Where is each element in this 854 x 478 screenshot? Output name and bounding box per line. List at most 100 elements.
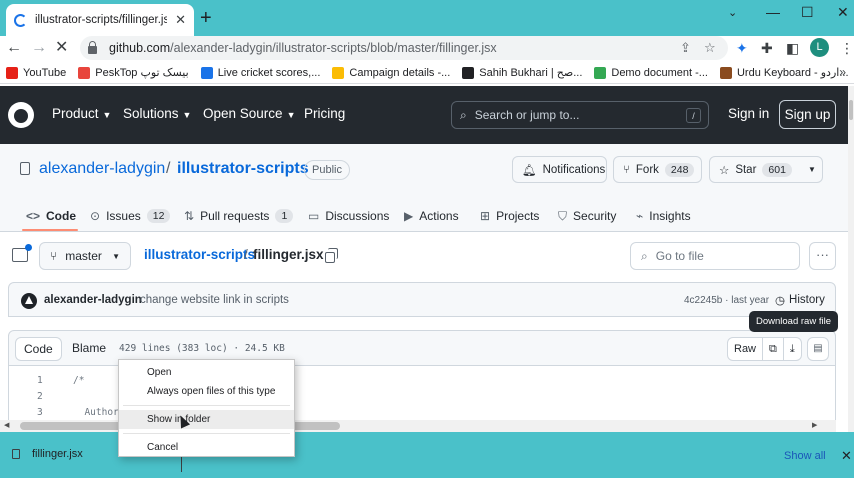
close-download-shelf-icon[interactable]: ✕ bbox=[841, 448, 852, 464]
bookmark-item[interactable]: Urdu Keyboard - اردو... bbox=[719, 66, 849, 79]
more-options-button[interactable]: ··· bbox=[809, 242, 836, 270]
play-icon: ▶ bbox=[404, 209, 414, 223]
fork-icon: ⑂ bbox=[623, 163, 630, 176]
forward-arrow-icon[interactable]: → bbox=[31, 39, 47, 57]
fork-button[interactable]: ⑂ Fork 248 bbox=[613, 156, 702, 183]
file-icon bbox=[12, 449, 20, 459]
bookmark-item[interactable]: YouTube bbox=[6, 66, 66, 79]
download-tooltip: Download raw file bbox=[749, 311, 838, 332]
address-bar[interactable]: github.com/alexander-ladygin/illustrator… bbox=[80, 36, 728, 60]
tab-code[interactable]: <> Code bbox=[26, 204, 76, 228]
commit-author-link[interactable]: alexander-ladygin bbox=[44, 294, 142, 306]
bookmarks-overflow-icon[interactable]: » bbox=[839, 65, 846, 79]
scroll-left-icon[interactable]: ◀ bbox=[4, 420, 9, 432]
tab-insights[interactable]: ⌁ Insights bbox=[636, 204, 691, 228]
browser-menu-icon[interactable]: ⋮ bbox=[840, 40, 854, 57]
author-avatar[interactable] bbox=[21, 293, 37, 309]
window-close-icon[interactable]: ✕ bbox=[837, 4, 849, 21]
active-tab-indicator bbox=[22, 229, 78, 231]
menu-item-always-open[interactable]: Always open files of this type bbox=[119, 382, 294, 401]
issue-icon: ⊙ bbox=[90, 209, 101, 223]
menu-item-open[interactable]: Open bbox=[119, 363, 294, 382]
lock-icon bbox=[88, 40, 97, 54]
bookmark-item[interactable]: PeskTop بیسک توپ bbox=[78, 66, 189, 79]
tab-close-icon[interactable]: ✕ bbox=[175, 12, 186, 28]
star-button[interactable]: ☆ Star 601 ▼ bbox=[709, 156, 823, 183]
repo-owner-link[interactable]: alexander-ladygin bbox=[39, 160, 165, 178]
nav-solutions[interactable]: Solutions ▼ bbox=[123, 106, 191, 121]
bookmark-item[interactable]: Demo document -... bbox=[594, 66, 708, 79]
tab-discussions[interactable]: ▭ Discussions bbox=[308, 204, 389, 228]
maximize-icon[interactable]: ☐ bbox=[801, 4, 814, 21]
download-file-name: fillinger.jsx bbox=[32, 448, 83, 460]
menu-item-show-in-folder[interactable]: Show in folder bbox=[119, 410, 294, 429]
table-icon: ⊞ bbox=[480, 209, 491, 223]
raw-button[interactable]: Raw bbox=[728, 338, 764, 360]
code-icon: <> bbox=[26, 209, 41, 223]
copy-raw-icon[interactable]: ⧉ bbox=[763, 338, 784, 360]
tab-issues[interactable]: ⊙ Issues 12 bbox=[90, 204, 171, 228]
github-logo-icon[interactable] bbox=[8, 102, 34, 128]
browser-tab[interactable]: illustrator-scripts/fillinger.jsx at m ✕ bbox=[6, 4, 194, 36]
download-context-menu: Open Always open files of this type Show… bbox=[118, 359, 295, 457]
copy-path-icon[interactable] bbox=[325, 248, 338, 263]
branch-selector[interactable]: ⑂ master ▼ bbox=[39, 242, 131, 270]
stop-loading-icon[interactable]: ✕ bbox=[55, 39, 68, 57]
commit-sha[interactable]: 4c2245b · last year bbox=[684, 295, 769, 306]
search-placeholder: Search or jump to... bbox=[474, 108, 580, 122]
bell-icon: 🔔︎ bbox=[522, 164, 537, 177]
back-arrow-icon[interactable]: ← bbox=[6, 39, 22, 57]
bookmarks-bar: YouTube PeskTop بیسک توپ Live cricket sc… bbox=[0, 62, 854, 84]
bookmark-item[interactable]: Sahih Bukhari | صح... bbox=[462, 66, 582, 79]
puzzle-extensions-icon[interactable]: ✚ bbox=[761, 40, 773, 57]
scroll-right-icon[interactable]: ▶ bbox=[812, 420, 817, 432]
tab-pull-requests[interactable]: ⇅ Pull requests 1 bbox=[184, 204, 294, 228]
file-tree-toggle-icon[interactable] bbox=[12, 244, 32, 262]
show-all-downloads-link[interactable]: Show all bbox=[784, 450, 826, 462]
bookmark-favicon-icon bbox=[332, 66, 345, 79]
tab-actions[interactable]: ▶ Actions bbox=[404, 204, 459, 228]
search-input[interactable]: ⌕ Search or jump to... / bbox=[451, 101, 709, 129]
download-item[interactable]: fillinger.jsx bbox=[12, 448, 83, 460]
commit-message-link[interactable]: change website link in scripts bbox=[140, 294, 289, 306]
shield-icon: ⛉ bbox=[558, 208, 568, 223]
youtube-icon bbox=[6, 66, 18, 79]
code-view-button[interactable]: Code bbox=[15, 337, 62, 361]
minimize-icon[interactable]: — bbox=[766, 4, 780, 20]
tab-security[interactable]: ⛉ Security bbox=[558, 204, 616, 228]
blame-view-button[interactable]: Blame bbox=[64, 337, 114, 361]
loading-spinner-icon bbox=[14, 13, 27, 27]
tab-projects[interactable]: ⊞ Projects bbox=[480, 204, 539, 228]
bookmark-item[interactable]: Campaign details -... bbox=[332, 66, 450, 79]
go-to-file-input[interactable]: ⌕ Go to file bbox=[630, 242, 800, 270]
vertical-scrollbar[interactable] bbox=[848, 86, 854, 432]
new-tab-icon[interactable]: + bbox=[200, 8, 212, 28]
download-raw-icon[interactable]: ⤓ bbox=[784, 338, 801, 360]
menu-item-cancel[interactable]: Cancel bbox=[119, 438, 294, 457]
repo-name-link[interactable]: illustrator-scripts bbox=[177, 160, 309, 178]
scrollbar-thumb[interactable] bbox=[849, 100, 853, 120]
history-clock-icon: ◷ bbox=[775, 295, 786, 307]
extension-icon[interactable]: ✦ bbox=[736, 40, 748, 57]
search-shortcut-badge: / bbox=[686, 108, 701, 123]
history-button[interactable]: ◷ History bbox=[775, 293, 825, 307]
sign-in-link[interactable]: Sign in bbox=[728, 106, 769, 121]
nav-open-source[interactable]: Open Source ▼ bbox=[203, 106, 295, 121]
nav-product[interactable]: Product ▼ bbox=[52, 106, 111, 121]
symbols-panel-icon[interactable]: ▤ bbox=[807, 337, 829, 361]
share-icon[interactable]: ⇪ bbox=[680, 40, 691, 56]
notifications-button[interactable]: 🔔︎ Notifications bbox=[512, 156, 607, 183]
chevron-down-icon: ▼ bbox=[182, 110, 192, 120]
side-panel-icon[interactable]: ◧ bbox=[786, 40, 799, 57]
tab-search-chevron-icon[interactable]: ⌄ bbox=[728, 6, 737, 19]
star-dropdown-chevron-icon[interactable]: ▼ bbox=[808, 165, 816, 174]
star-icon: ☆ bbox=[719, 164, 730, 177]
profile-avatar[interactable]: L bbox=[810, 38, 829, 57]
bookmark-item[interactable]: Live cricket scores,... bbox=[200, 66, 320, 79]
breadcrumb-repo-link[interactable]: illustrator-scripts bbox=[144, 247, 255, 262]
browser-toolbar: ← → ✕ github.com/alexander-ladygin/illus… bbox=[0, 36, 854, 62]
sign-up-button[interactable]: Sign up bbox=[779, 100, 836, 129]
nav-pricing[interactable]: Pricing bbox=[304, 106, 345, 121]
visibility-badge: Public bbox=[304, 160, 350, 180]
bookmark-star-icon[interactable]: ☆ bbox=[704, 40, 716, 56]
